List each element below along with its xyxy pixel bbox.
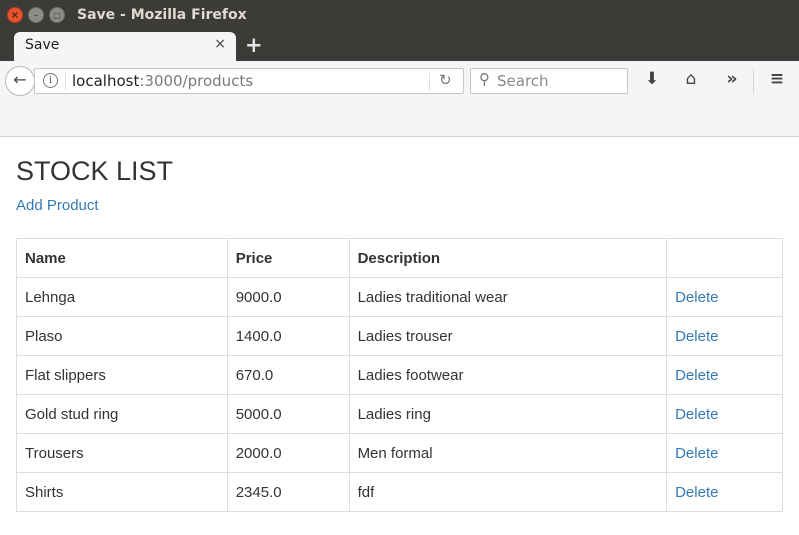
url-divider-right	[429, 73, 430, 90]
cell-name: Gold stud ring	[16, 394, 228, 434]
tab-close-icon[interactable]: ×	[214, 36, 226, 52]
table-row: Trousers 2000.0 Men formal Delete	[16, 433, 783, 473]
url-host: localhost	[72, 72, 140, 90]
cell-price: 670.0	[226, 355, 350, 395]
table-row: Lehnga 9000.0 Ladies traditional wear De…	[16, 277, 783, 317]
cell-description: fdf	[348, 472, 668, 512]
table-header-row: Name Price Description	[16, 238, 783, 278]
table-row: Shirts 2345.0 fdf Delete	[16, 472, 783, 512]
download-icon[interactable]: ⬇	[641, 69, 663, 89]
cell-description: Men formal	[348, 433, 668, 473]
cell-description: Ladies ring	[348, 394, 668, 434]
info-icon[interactable]: i	[43, 73, 58, 88]
stock-table: Name Price Description Lehnga 9000.0 Lad…	[16, 238, 783, 512]
table-row: Plaso 1400.0 Ladies trouser Delete	[16, 316, 783, 356]
toolbar-divider	[753, 69, 754, 93]
delete-link[interactable]: Delete	[675, 445, 718, 462]
header-description: Description	[348, 238, 668, 278]
cell-name: Flat slippers	[16, 355, 228, 395]
search-input[interactable]: ⚲ Search	[470, 68, 628, 94]
header-price: Price	[226, 238, 350, 278]
table-row: Gold stud ring 5000.0 Ladies ring Delete	[16, 394, 783, 434]
cell-action: Delete	[666, 394, 783, 434]
back-button[interactable]: ←	[5, 66, 35, 96]
window-close-button[interactable]: ×	[7, 7, 23, 23]
window-minimize-button[interactable]: –	[28, 7, 44, 23]
cell-price: 9000.0	[226, 277, 350, 317]
cell-action: Delete	[666, 433, 783, 473]
cell-name: Lehnga	[16, 277, 228, 317]
cell-price: 1400.0	[226, 316, 350, 356]
navigation-toolbar: ← i localhost:3000/products ↻ ⚲ Search ⬇…	[0, 61, 799, 137]
cell-name: Trousers	[16, 433, 228, 473]
window-title: Save - Mozilla Firefox	[77, 7, 247, 23]
back-arrow-icon: ←	[13, 70, 27, 89]
cell-price: 5000.0	[226, 394, 350, 434]
delete-link[interactable]: Delete	[675, 289, 718, 306]
header-actions	[666, 238, 783, 278]
url-text[interactable]: localhost:3000/products	[72, 72, 253, 90]
delete-link[interactable]: Delete	[675, 484, 718, 501]
page-title: STOCK LIST	[16, 156, 174, 186]
delete-link[interactable]: Delete	[675, 328, 718, 345]
cell-description: Ladies trouser	[348, 316, 668, 356]
search-icon: ⚲	[479, 70, 490, 88]
add-product-link[interactable]: Add Product	[16, 197, 99, 214]
url-bar[interactable]: i localhost:3000/products ↻	[34, 68, 464, 94]
new-tab-button[interactable]: +	[245, 33, 263, 57]
search-placeholder: Search	[497, 72, 549, 90]
tab-save[interactable]: Save ×	[14, 32, 236, 61]
window-titlebar: × – □ Save - Mozilla Firefox	[0, 0, 799, 32]
home-icon[interactable]: ⌂	[680, 69, 702, 89]
url-path: :3000/products	[139, 72, 254, 90]
cell-description: Ladies footwear	[348, 355, 668, 395]
delete-link[interactable]: Delete	[675, 406, 718, 423]
tab-title: Save	[25, 37, 60, 53]
cell-price: 2000.0	[226, 433, 350, 473]
cell-name: Plaso	[16, 316, 228, 356]
hamburger-menu-icon[interactable]: ≡	[766, 69, 788, 89]
cell-action: Delete	[666, 472, 783, 512]
overflow-chevron-icon[interactable]: »	[721, 69, 743, 89]
cell-action: Delete	[666, 355, 783, 395]
delete-link[interactable]: Delete	[675, 367, 718, 384]
reload-icon[interactable]: ↻	[439, 71, 452, 89]
header-name: Name	[16, 238, 228, 278]
cell-action: Delete	[666, 316, 783, 356]
cell-action: Delete	[666, 277, 783, 317]
table-row: Flat slippers 670.0 Ladies footwear Dele…	[16, 355, 783, 395]
cell-name: Shirts	[16, 472, 228, 512]
cell-description: Ladies traditional wear	[348, 277, 668, 317]
window-maximize-button[interactable]: □	[49, 7, 65, 23]
cell-price: 2345.0	[226, 472, 350, 512]
url-divider	[65, 73, 66, 90]
tab-strip: Save × +	[0, 32, 799, 61]
